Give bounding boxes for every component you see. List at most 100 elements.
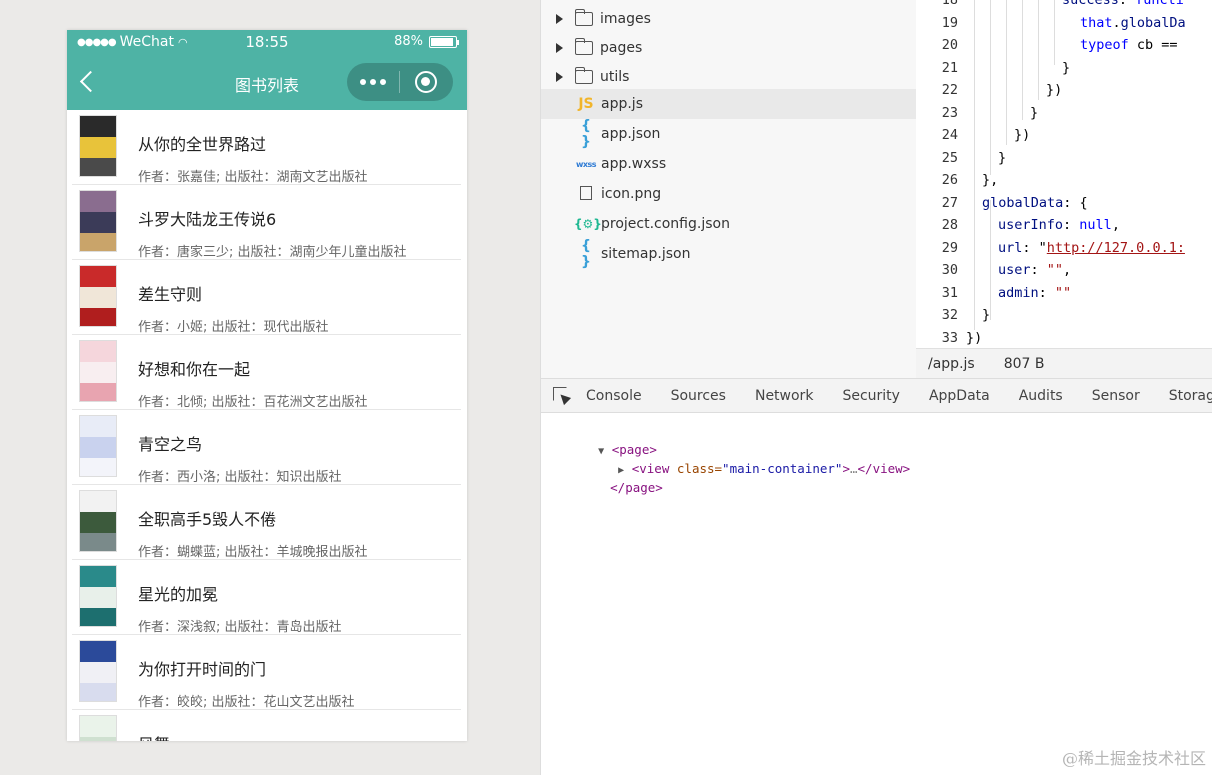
tree-file-item[interactable]: {⚙} project.config.json bbox=[541, 209, 916, 239]
tree-file-item[interactable]: icon.png bbox=[541, 179, 916, 209]
cover-color-band bbox=[80, 662, 116, 683]
wxml-dom-tree: ▼ <page> ▶ <view class="main-container">… bbox=[541, 413, 1212, 775]
line-number: 23 bbox=[941, 104, 958, 121]
indent-guide bbox=[1022, 0, 1023, 120]
devtools-tab[interactable]: Sensor bbox=[1092, 388, 1140, 404]
book-list-item[interactable]: 青空之鸟 作者：西小洛; 出版社：知识出版社 bbox=[67, 410, 467, 485]
more-dots-icon bbox=[360, 79, 366, 85]
book-list-item[interactable]: 全职高手5毁人不倦作者：蝴蝶蓝; 出版社：羊城晚报出版社 bbox=[67, 485, 467, 560]
watermark: @稀土掘金技术社区 bbox=[1061, 749, 1206, 768]
line-number: 18 bbox=[941, 0, 958, 8]
book-cover-image bbox=[79, 490, 117, 552]
book-title: 全职高手5毁人不倦 bbox=[138, 510, 277, 529]
caret-right-icon[interactable] bbox=[556, 43, 563, 53]
cover-color-band bbox=[80, 737, 116, 741]
code-line: } bbox=[982, 307, 991, 323]
tree-file-item[interactable]: { } sitemap.json bbox=[541, 238, 916, 270]
book-author-publisher: 作者：皎皎; 出版社：花山文艺出版社 bbox=[138, 695, 355, 710]
line-number: 32 bbox=[941, 307, 958, 323]
book-list-item[interactable]: 星光的加冕 作者：深浅叙; 出版社：青岛出版社 bbox=[67, 560, 467, 635]
file-path: /app.js bbox=[928, 355, 975, 372]
page-close-tag: </page> bbox=[610, 480, 663, 495]
line-number: 20 bbox=[941, 37, 958, 53]
code-editor[interactable]: 18 19 20 21 22 23 24 25 26 27 28 29 30 31 32 33 success… bbox=[916, 0, 1212, 348]
devtools-tab[interactable]: Console bbox=[586, 388, 642, 404]
caret-right-icon[interactable] bbox=[556, 14, 563, 24]
file-explorer: images pages utils JS app.js { } app.json wxss a… bbox=[541, 0, 916, 378]
devtools-tab[interactable]: Storag bbox=[1169, 388, 1212, 404]
devtools-tab[interactable]: Network bbox=[755, 388, 813, 404]
book-title: 青空之鸟 bbox=[138, 435, 203, 454]
battery-icon bbox=[429, 35, 459, 48]
cover-color-band bbox=[80, 566, 116, 587]
tree-folder-images[interactable]: images bbox=[541, 4, 916, 34]
caret-right-icon[interactable] bbox=[556, 72, 563, 82]
code-line: success: functi bbox=[1062, 0, 1184, 8]
cover-color-band bbox=[80, 341, 116, 362]
cover-color-band bbox=[80, 362, 116, 383]
devtools-tab[interactable]: Sources bbox=[671, 388, 726, 404]
cover-color-band bbox=[80, 137, 116, 158]
cover-color-band bbox=[80, 266, 116, 287]
book-cover-image bbox=[79, 340, 117, 402]
devtools-tab-bar: Console Sources Network Security AppData Audi… bbox=[541, 378, 1212, 413]
file-name: app.json bbox=[601, 126, 661, 142]
more-dots-icon bbox=[370, 79, 376, 85]
book-title: 差生守则 bbox=[138, 285, 203, 304]
book-list-item[interactable]: 差生守则 作者：小姬; 出版社：现代出版社 bbox=[67, 260, 467, 335]
more-options-button[interactable] bbox=[347, 63, 399, 101]
book-author-publisher: 作者：北倾; 出版社：百花洲文艺出版社 bbox=[138, 395, 368, 410]
js-file-icon: JS bbox=[578, 96, 594, 112]
code-line: admin: "" bbox=[998, 284, 1072, 301]
simulator-panel: ●●●●● WeChat ◠ 18:55 88% 图书列表 从你的全世界路过 作… bbox=[0, 0, 540, 775]
code-area[interactable]: success: functi that.globalDa typeof cb ==… bbox=[966, 0, 1212, 348]
indent-guide bbox=[990, 0, 991, 175]
class-value: "main-container" bbox=[722, 461, 843, 476]
file-name: sitemap.json bbox=[601, 246, 691, 262]
cover-color-band bbox=[80, 158, 116, 176]
book-cover-image bbox=[79, 265, 117, 327]
cover-color-band bbox=[80, 491, 116, 512]
close-miniprogram-button[interactable] bbox=[400, 63, 452, 101]
indent-guide bbox=[990, 200, 991, 320]
book-list-item[interactable]: 好想和你在一起 作者：北倾; 出版社：百花洲文艺出版社 bbox=[67, 335, 467, 410]
folder-name: images bbox=[600, 11, 651, 27]
code-line: globalData: { bbox=[982, 194, 1088, 211]
line-number: 19 bbox=[941, 14, 958, 31]
cover-color-band bbox=[80, 587, 116, 608]
book-list-item[interactable]: 从你的全世界路过 作者：张嘉佳; 出版社：湖南文艺出版社 bbox=[67, 110, 467, 185]
tree-file-item[interactable]: wxss app.wxss bbox=[541, 149, 916, 179]
book-list-item[interactable]: 风舞 bbox=[67, 710, 467, 741]
line-number: 29 bbox=[941, 239, 958, 256]
indent-guide bbox=[1038, 0, 1039, 100]
collapsed-ellipsis[interactable]: … bbox=[850, 461, 858, 476]
tree-file-item[interactable]: { } app.json bbox=[541, 118, 916, 150]
book-author-publisher: 作者：蝴蝶蓝; 出版社：羊城晚报出版社 bbox=[138, 545, 368, 560]
wxss-file-icon: wxss bbox=[575, 159, 597, 169]
line-number: 27 bbox=[941, 194, 958, 211]
tree-folder-utils[interactable]: utils bbox=[541, 62, 916, 92]
book-list-item[interactable]: 斗罗大陆龙王传说6 作者：唐家三少; 出版社：湖南少年儿童出版社 bbox=[67, 185, 467, 260]
cover-color-band bbox=[80, 383, 116, 401]
code-line: }) bbox=[966, 329, 983, 346]
code-line: userInfo: null, bbox=[998, 217, 1120, 233]
code-line: url: "http://127.0.0.1: bbox=[998, 239, 1185, 256]
devtools-tab[interactable]: Audits bbox=[1019, 388, 1063, 404]
folder-icon bbox=[574, 38, 593, 55]
book-cover-image bbox=[79, 190, 117, 252]
line-number: 33 bbox=[941, 329, 958, 346]
file-name: app.wxss bbox=[601, 156, 667, 172]
tree-file-item[interactable]: JS app.js bbox=[541, 89, 916, 119]
book-title: 从你的全世界路过 bbox=[138, 135, 267, 154]
phone-screen: ●●●●● WeChat ◠ 18:55 88% 图书列表 从你的全世界路过 作… bbox=[67, 30, 467, 741]
target-circle-icon bbox=[415, 71, 437, 93]
tree-folder-pages[interactable]: pages bbox=[541, 33, 916, 63]
line-number-gutter: 18 19 20 21 22 23 24 25 26 27 28 29 30 31 32 33 bbox=[916, 0, 958, 348]
class-attribute: class= bbox=[676, 461, 723, 476]
devtools-tab[interactable]: Security bbox=[842, 388, 900, 404]
line-number: 31 bbox=[941, 284, 958, 301]
book-list-item[interactable]: 为你打开时间的门 作者：皎皎; 出版社：花山文艺出版社 bbox=[67, 635, 467, 710]
devtools-tab[interactable]: AppData bbox=[929, 388, 990, 404]
file-name: icon.png bbox=[601, 186, 662, 202]
cover-color-band bbox=[80, 437, 116, 458]
